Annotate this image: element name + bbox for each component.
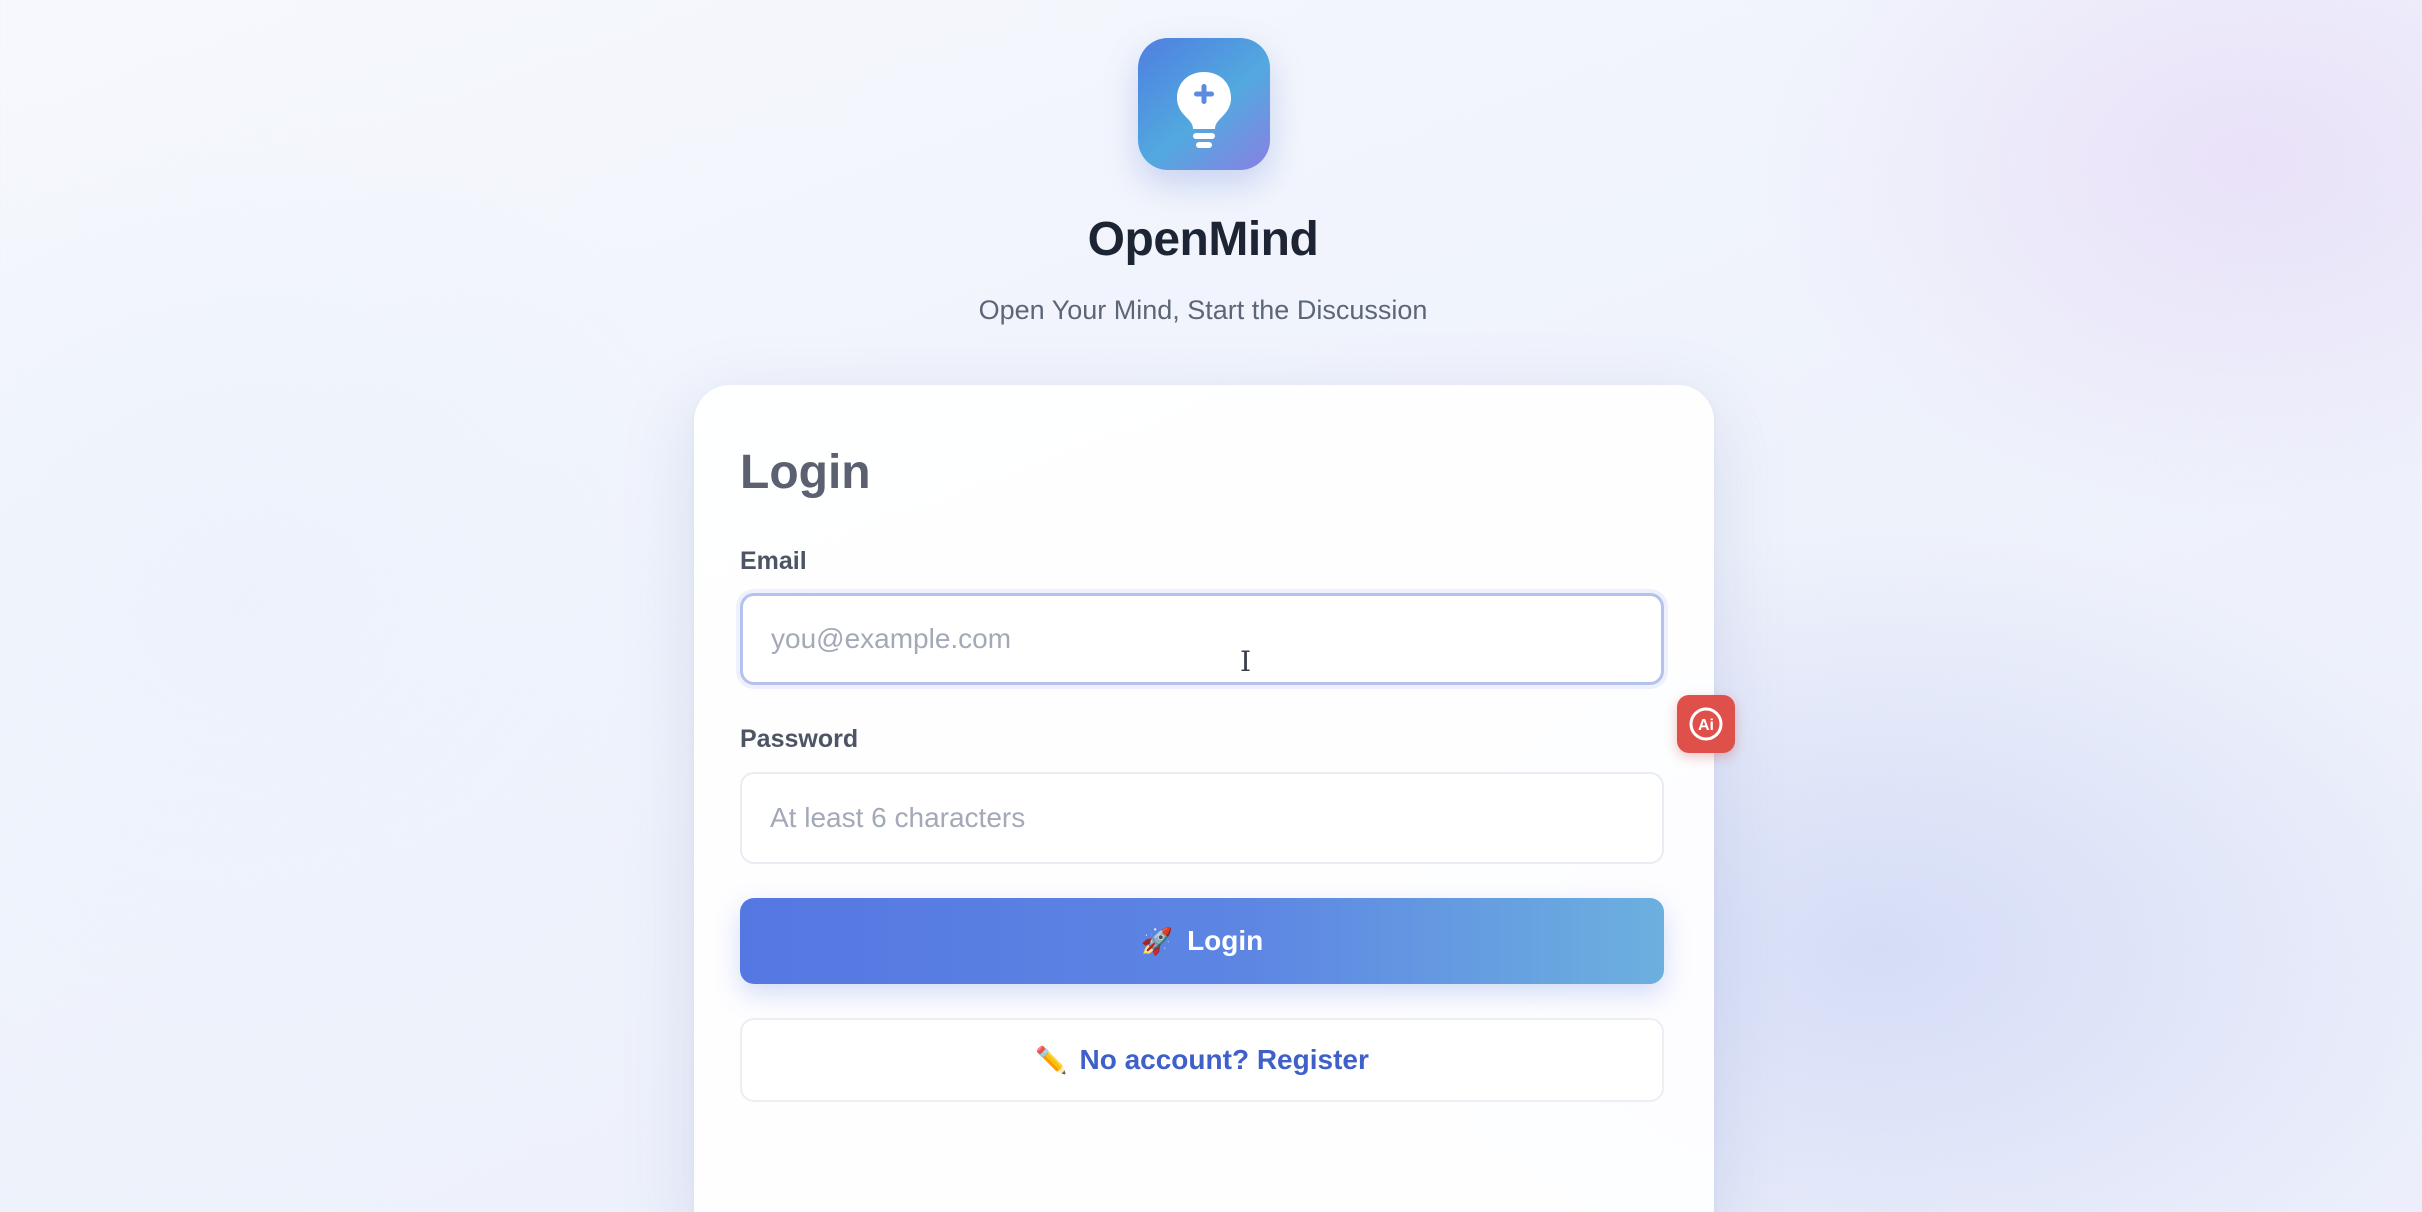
ai-assistant-icon: Ai [1689, 707, 1723, 741]
ai-badge-text: Ai [1698, 717, 1714, 734]
app-title: OpenMind [1087, 213, 1319, 266]
lightbulb-plus-icon [1177, 72, 1231, 148]
password-label: Password [740, 725, 859, 753]
rocket-icon: 🚀 [1140, 925, 1174, 956]
login-button-label: Login [1187, 925, 1264, 956]
app-logo [1138, 38, 1270, 170]
login-button[interactable]: 🚀 Login [740, 898, 1664, 984]
email-field[interactable] [740, 593, 1664, 685]
register-button[interactable]: ✏️ No account? Register [740, 1018, 1664, 1102]
login-card: Login Email I Password 🚀 Login ✏️ No acc… [694, 385, 1714, 1212]
app-tagline: Open Your Mind, Start the Discussion [978, 295, 1428, 325]
password-field[interactable] [740, 772, 1664, 864]
login-title: Login [740, 446, 871, 499]
pencil-icon: ✏️ [1035, 1044, 1068, 1075]
email-label: Email [740, 547, 807, 575]
ai-assistant-button[interactable]: Ai [1677, 695, 1735, 753]
register-button-label: No account? Register [1079, 1044, 1369, 1075]
